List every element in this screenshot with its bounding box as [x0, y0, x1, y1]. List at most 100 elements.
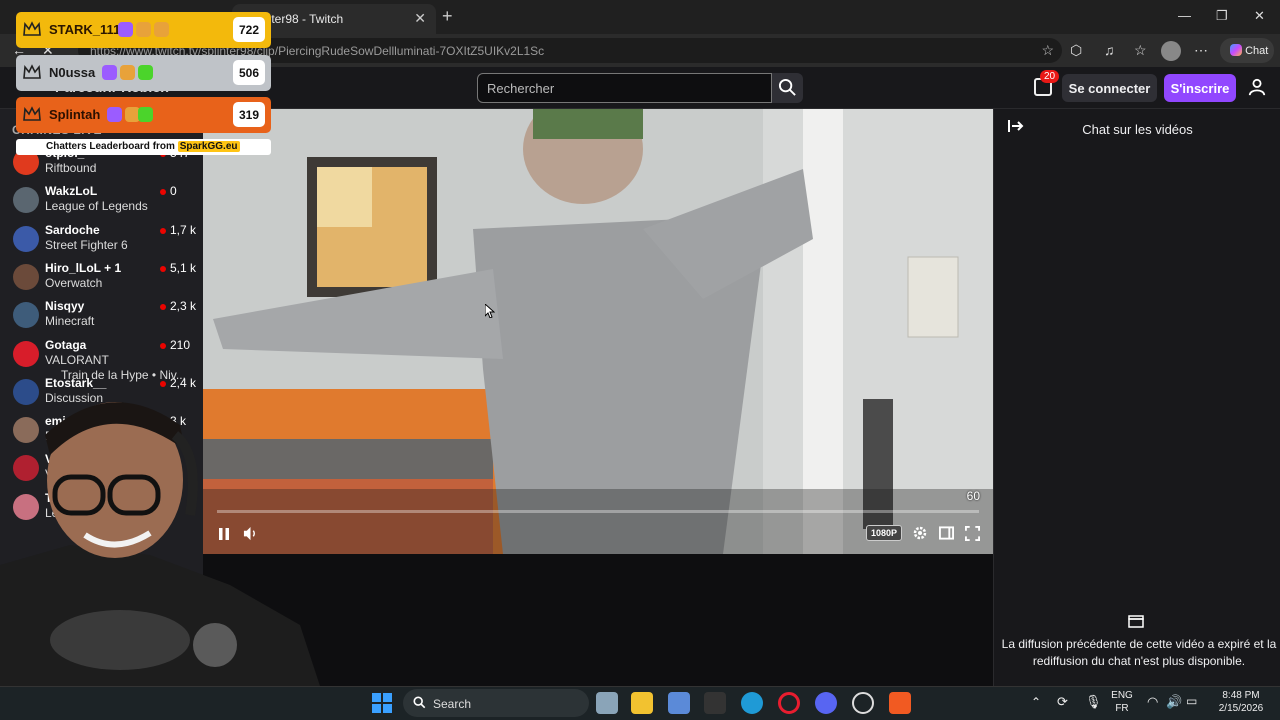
streamer-webcam: [0, 395, 330, 686]
speaker-icon[interactable]: 🔊: [1166, 694, 1182, 710]
leaderboard-footer-text: Chatters Leaderboard from: [46, 141, 178, 152]
signup-button[interactable]: S'inscrire: [1164, 74, 1236, 102]
clock-time: 8:48 PM: [1222, 690, 1260, 701]
tab-title: inter98 - Twitch: [262, 12, 344, 26]
wifi-icon[interactable]: ◠: [1147, 694, 1158, 710]
badge-icon: [107, 107, 122, 122]
live-dot-icon: [160, 342, 166, 349]
more-menu-icon[interactable]: ⋯: [1194, 42, 1208, 59]
app-icon[interactable]: [704, 692, 726, 714]
theatre-mode-icon[interactable]: [939, 526, 954, 540]
badge-icon: [154, 22, 169, 37]
taskbar-search[interactable]: Search: [403, 689, 589, 717]
channel-avatar: [13, 340, 39, 367]
leaderboard-name: STARK_111: [49, 22, 121, 37]
user-icon[interactable]: [1248, 78, 1266, 96]
leaderboard-score: 506: [233, 60, 265, 85]
leaderboard-brand: SparkGG.eu: [177, 141, 240, 152]
fullscreen-icon[interactable]: [965, 526, 980, 541]
copilot-icon: [1230, 44, 1242, 56]
channel-viewers: 0: [170, 184, 177, 199]
language-indicator[interactable]: ENG FR: [1108, 689, 1136, 715]
opera-icon[interactable]: [778, 692, 800, 714]
live-dot-icon: [160, 189, 166, 196]
extensions-icon[interactable]: ⬡: [1070, 42, 1082, 59]
channel-name: Hiro_lLoL + 1: [45, 260, 122, 275]
chat-panel: Chat sur les vidéos La diffusion précéde…: [993, 109, 1280, 686]
app-circle-icon[interactable]: [852, 692, 874, 714]
lang-top: ENG: [1111, 690, 1133, 701]
favorites-icon[interactable]: ☆: [1134, 42, 1147, 59]
tray-overflow-icon[interactable]: ⌃: [1031, 695, 1041, 709]
channel-avatar: [13, 187, 39, 214]
clock[interactable]: 8:48 PM 2/15/2026: [1212, 689, 1270, 715]
webcam-image: [0, 402, 320, 686]
progress-bar[interactable]: [217, 510, 979, 513]
quality-badge[interactable]: 1080P: [866, 525, 903, 541]
channel-game: Overwatch: [45, 275, 103, 290]
clapperboard-icon: [1128, 615, 1144, 628]
file-explorer-icon[interactable]: [631, 692, 653, 714]
sidebar-channel-row[interactable]: Sardoche Street Fighter 6 1,7 k: [0, 221, 203, 259]
badge-icon: [120, 65, 135, 80]
badge-icon: [138, 107, 153, 122]
task-view-icon[interactable]: [596, 692, 618, 714]
window-close-icon[interactable]: ✕: [1254, 8, 1265, 24]
crown-icon: [23, 21, 41, 36]
battery-icon[interactable]: ▭: [1186, 694, 1197, 708]
minimize-icon[interactable]: —: [1178, 8, 1191, 23]
discord-icon[interactable]: [815, 692, 837, 714]
sidebar-channel-row[interactable]: WakzLoL League of Legends 0: [0, 182, 203, 220]
badge-icon: [138, 65, 153, 80]
badge-icon: [118, 22, 133, 37]
channel-game: Riftbound: [45, 161, 97, 175]
settings-gear-icon[interactable]: [912, 525, 928, 541]
sidebar-channel-row[interactable]: Nisqyy Minecraft 2,3 k: [0, 297, 203, 335]
channel-name: WakzLoL: [45, 184, 98, 199]
sidebar-channel-row[interactable]: Hiro_lLoL + 1 Overwatch 5,1 k: [0, 259, 203, 297]
microphone-icon[interactable]: 🎙: [1085, 694, 1102, 710]
channel-name: Etostark__: [45, 375, 107, 390]
channel-viewers: 5,1 k: [170, 260, 197, 275]
sidebar-channel-row[interactable]: Gotaga VALORANT 210: [0, 336, 203, 374]
store-icon[interactable]: [668, 692, 690, 714]
profile-avatar[interactable]: [1161, 41, 1181, 61]
channel-viewers: 210: [170, 337, 191, 352]
tab-close-icon[interactable]: ✕: [414, 10, 426, 27]
leaderboard-score: 319: [233, 102, 265, 127]
channel-game: VALORANT: [45, 352, 109, 367]
maximize-icon[interactable]: ❐: [1216, 8, 1228, 24]
mouse-cursor-icon: [485, 304, 495, 318]
live-dot-icon: [160, 265, 166, 272]
chat-title: Chat sur les vidéos: [1082, 122, 1193, 137]
channel-game: Street Fighter 6: [45, 237, 128, 252]
sync-icon[interactable]: ⟳: [1057, 694, 1068, 710]
search-button[interactable]: [772, 73, 803, 103]
channel-name: Gotaga: [45, 337, 87, 352]
search-input[interactable]: Rechercher: [477, 73, 772, 103]
windows-start-icon[interactable]: [372, 693, 392, 713]
leaderboard-row: Splintah 319: [16, 97, 271, 133]
new-tab-icon[interactable]: +: [442, 6, 453, 27]
collections-icon[interactable]: ♫: [1104, 42, 1115, 58]
clock-date: 2/15/2026: [1218, 703, 1264, 714]
channel-avatar: [13, 263, 39, 290]
channel-viewers: 2,4 k: [170, 375, 197, 390]
favorite-star-icon[interactable]: ☆: [1041, 42, 1054, 59]
channel-name: Sardoche: [45, 222, 100, 237]
leaderboard-name: Splintah: [49, 107, 101, 122]
notification-badge: 20: [1040, 70, 1060, 83]
taskbar-search-label: Search: [433, 697, 472, 711]
leaderboard-row: STARK_111 722: [16, 12, 271, 48]
login-button[interactable]: Se connecter: [1062, 74, 1157, 102]
copilot-label: Chat: [1245, 45, 1269, 57]
windows-taskbar: Search ⌃ ⟳ 🎙 ENG FR ◠ 🔊 ▭ 8:48 PM 2/15/2…: [0, 686, 1280, 720]
chat-expired-message: La diffusion précédente de cette vidéo a…: [1001, 637, 1277, 668]
fps-label: 60: [966, 489, 980, 503]
copilot-chat-button[interactable]: Chat: [1220, 38, 1274, 63]
brave-icon[interactable]: [889, 692, 911, 714]
badge-icon: [136, 22, 151, 37]
channel-name: Nisqyy: [45, 299, 85, 314]
edge-icon[interactable]: [741, 692, 763, 714]
search-placeholder: Rechercher: [487, 81, 555, 96]
